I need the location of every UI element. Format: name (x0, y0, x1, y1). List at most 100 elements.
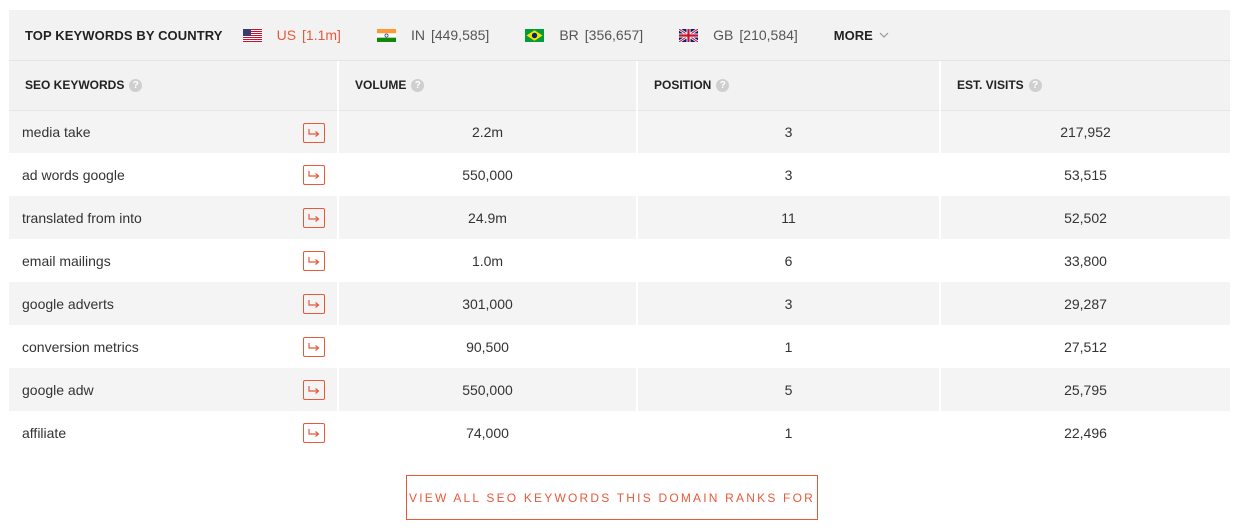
position-cell: 11 (637, 196, 941, 239)
country-code: BR (559, 27, 579, 43)
table-row: ad words google 550,000 3 53,515 (9, 153, 1230, 196)
visits-cell: 29,287 (940, 282, 1230, 325)
help-icon[interactable]: ? (411, 79, 425, 93)
keyword-link[interactable]: affiliate (22, 425, 66, 441)
country-tab-br[interactable]: BR [356,657] (525, 27, 643, 43)
position-cell: 1 (637, 411, 941, 454)
goto-keyword-button[interactable] (303, 208, 325, 228)
goto-keyword-button[interactable] (303, 380, 325, 400)
table-row: translated from into 24.9m 11 52,502 (9, 196, 1230, 239)
volume-cell: 74,000 (338, 411, 638, 454)
volume-cell: 24.9m (338, 196, 638, 239)
goto-keyword-button[interactable] (303, 251, 325, 271)
india-flag-icon (376, 28, 396, 42)
arrow-redirect-icon (308, 300, 320, 308)
country-bar: TOP KEYWORDS BY COUNTRY US [1.1m] IN [44… (9, 10, 1230, 61)
us-flag-icon (242, 28, 262, 42)
goto-keyword-button[interactable] (303, 165, 325, 185)
arrow-redirect-icon (308, 386, 320, 394)
keywords-table: SEO KEYWORDS? VOLUME? POSITION? EST. VIS… (9, 61, 1230, 454)
panel-title: TOP KEYWORDS BY COUNTRY (25, 27, 223, 43)
table-row: email mailings 1.0m 6 33,800 (9, 239, 1230, 282)
arrow-redirect-icon (308, 171, 320, 179)
country-tab-in[interactable]: IN [449,585] (376, 27, 490, 43)
column-label: VOLUME (355, 78, 407, 93)
country-count: [1.1m] (302, 27, 341, 43)
visits-cell: 33,800 (940, 239, 1230, 282)
table-row: google adw 550,000 5 25,795 (9, 368, 1230, 411)
country-tab-us[interactable]: US [1.1m] (242, 27, 341, 43)
top-keywords-panel: TOP KEYWORDS BY COUNTRY US [1.1m] IN [44… (9, 10, 1230, 454)
country-count: [356,657] (584, 27, 644, 43)
table-row: conversion metrics 90,500 1 27,512 (9, 325, 1230, 368)
arrow-redirect-icon (308, 128, 320, 137)
visits-cell: 53,515 (940, 153, 1230, 196)
volume-cell: 301,000 (338, 282, 638, 325)
visits-cell: 25,795 (940, 368, 1230, 411)
position-cell: 5 (637, 368, 941, 411)
column-label: EST. VISITS (957, 78, 1024, 93)
more-countries-dropdown[interactable]: MORE (834, 28, 889, 43)
keyword-cell: media take (9, 110, 339, 153)
arrow-redirect-icon (308, 429, 320, 437)
uk-flag-icon (679, 28, 699, 42)
goto-keyword-button[interactable] (303, 122, 325, 143)
column-label: POSITION (654, 78, 712, 93)
country-code: US (276, 27, 297, 43)
keyword-cell: affiliate (9, 411, 339, 454)
more-label: MORE (833, 27, 873, 43)
help-icon[interactable]: ? (1028, 79, 1042, 93)
goto-keyword-button[interactable] (303, 294, 325, 314)
column-header-position: POSITION? (637, 61, 941, 111)
visits-cell: 27,512 (940, 325, 1230, 368)
table-row: google adverts 301,000 3 29,287 (9, 282, 1230, 325)
brazil-flag-icon (525, 28, 545, 42)
volume-cell: 550,000 (338, 368, 638, 411)
column-label: SEO KEYWORDS (25, 78, 125, 93)
keyword-link[interactable]: ad words google (22, 167, 125, 183)
country-count: [210,584] (739, 27, 798, 43)
column-header-keywords: SEO KEYWORDS? (9, 61, 339, 111)
keyword-link[interactable]: google adw (22, 382, 94, 398)
volume-cell: 2.2m (338, 110, 638, 153)
arrow-redirect-icon (308, 343, 320, 351)
keyword-cell: email mailings (9, 239, 339, 282)
column-header-volume: VOLUME? (338, 61, 638, 111)
country-count: [449,585] (430, 27, 490, 43)
keyword-link[interactable]: conversion metrics (22, 339, 139, 355)
keyword-link[interactable]: email mailings (22, 253, 111, 269)
arrow-redirect-icon (308, 214, 320, 222)
country-code: GB (713, 27, 734, 43)
volume-cell: 1.0m (338, 239, 638, 282)
keyword-cell: conversion metrics (9, 325, 339, 368)
table-row: media take 2.2m 3 217,952 (9, 110, 1230, 153)
column-header-visits: EST. VISITS? (940, 61, 1230, 111)
country-tab-gb[interactable]: GB [210,584] (679, 27, 798, 43)
volume-cell: 550,000 (338, 153, 638, 196)
table-header-row: SEO KEYWORDS? VOLUME? POSITION? EST. VIS… (9, 61, 1230, 111)
position-cell: 6 (637, 239, 941, 282)
keyword-link[interactable]: translated from into (22, 210, 142, 226)
goto-keyword-button[interactable] (303, 423, 325, 443)
keyword-link[interactable]: google adverts (22, 296, 114, 312)
view-all-keywords-button[interactable]: VIEW ALL SEO KEYWORDS THIS DOMAIN RANKS … (406, 475, 818, 520)
keyword-link[interactable]: media take (22, 124, 90, 140)
arrow-redirect-icon (308, 257, 320, 265)
keyword-cell: ad words google (9, 153, 339, 196)
country-code: IN (410, 27, 425, 43)
help-icon[interactable]: ? (129, 79, 143, 93)
position-cell: 3 (637, 282, 941, 325)
table-row: affiliate 74,000 1 22,496 (9, 411, 1230, 454)
goto-keyword-button[interactable] (303, 337, 325, 357)
position-cell: 3 (637, 110, 941, 153)
position-cell: 3 (637, 153, 941, 196)
volume-cell: 90,500 (338, 325, 638, 368)
keyword-cell: google adverts (9, 282, 339, 325)
chevron-down-icon (879, 32, 889, 38)
keyword-cell: google adw (9, 368, 339, 411)
position-cell: 1 (637, 325, 941, 368)
keyword-cell: translated from into (9, 196, 339, 239)
help-icon[interactable]: ? (716, 79, 730, 93)
visits-cell: 22,496 (940, 411, 1230, 454)
visits-cell: 217,952 (940, 110, 1230, 153)
